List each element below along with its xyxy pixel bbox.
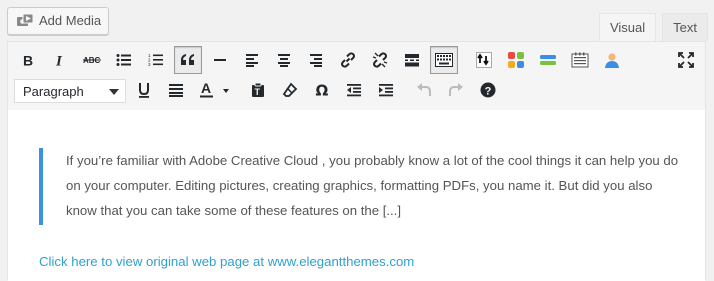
plugin-notepad-button[interactable] — [566, 46, 594, 74]
tab-visual[interactable]: Visual — [598, 13, 657, 41]
toolbar-toggle-button[interactable] — [430, 46, 458, 74]
blockquote-text: If you’re familiar with Adobe Creative C… — [66, 153, 679, 218]
justify-icon — [169, 84, 183, 97]
fullscreen-icon — [678, 52, 694, 68]
unlink-button[interactable] — [366, 46, 394, 74]
plugin-grid-icon — [508, 52, 524, 68]
horizontal-line-button[interactable] — [206, 46, 234, 74]
plugin-bars-button[interactable] — [534, 46, 562, 74]
strikethrough-icon: ABC — [83, 56, 101, 65]
horizontal-line-icon — [214, 59, 226, 61]
undo-button[interactable] — [410, 76, 438, 104]
svg-text:I: I — [55, 54, 63, 68]
format-select-value: Paragraph — [23, 84, 84, 99]
editor-toolbar: B I ABC 123 Paragraph A T Ω ? — [8, 42, 705, 111]
plugin-notepad-icon — [571, 52, 589, 68]
help-icon: ? — [480, 82, 496, 98]
svg-text:3: 3 — [148, 62, 151, 67]
svg-text:A: A — [201, 81, 211, 96]
plugin-bars-icon — [540, 55, 556, 65]
svg-text:B: B — [23, 53, 33, 67]
plugin-user-icon — [605, 53, 619, 68]
toolbar-toggle-icon — [435, 53, 453, 67]
align-center-icon — [278, 54, 290, 67]
read-more-icon — [405, 54, 419, 67]
insert-link-button[interactable] — [334, 46, 362, 74]
media-camera-icon — [16, 13, 34, 31]
paste-as-text-icon: T — [252, 82, 264, 97]
original-page-link[interactable]: Click here to view original web page at … — [39, 254, 414, 269]
outdent-icon — [347, 84, 361, 97]
numbered-list-button[interactable]: 123 — [142, 46, 170, 74]
add-media-button[interactable]: Add Media — [7, 7, 109, 35]
redo-icon — [449, 83, 463, 96]
plugin-arrows-button[interactable] — [470, 46, 498, 74]
bullet-list-icon — [116, 54, 131, 66]
indent-icon — [379, 84, 393, 97]
underline-icon — [139, 83, 149, 98]
indent-button[interactable] — [372, 76, 400, 104]
clear-formatting-icon — [282, 82, 298, 97]
strikethrough-button[interactable]: ABC — [78, 46, 106, 74]
bold-button[interactable]: B — [14, 46, 42, 74]
numbered-list-icon: 123 — [148, 53, 163, 67]
align-right-button[interactable] — [302, 46, 330, 74]
underline-button[interactable] — [130, 76, 158, 104]
editor: B I ABC 123 Paragraph A T Ω ? If you’re … — [7, 41, 706, 281]
editor-content[interactable]: If you’re familiar with Adobe Creative C… — [8, 110, 705, 281]
text-color-button[interactable]: A — [194, 76, 238, 104]
text-color-icon: A — [200, 81, 229, 98]
italic-icon: I — [55, 54, 63, 68]
read-more-button[interactable] — [398, 46, 426, 74]
editor-tabs: Visual Text — [598, 13, 708, 41]
svg-text:Ω: Ω — [316, 82, 329, 98]
justify-button[interactable] — [162, 76, 190, 104]
align-left-icon — [246, 54, 258, 67]
tab-text[interactable]: Text — [662, 13, 708, 41]
plugin-arrows-icon — [476, 52, 492, 68]
paste-as-text-button[interactable]: T — [244, 76, 272, 104]
fullscreen-button[interactable] — [672, 46, 700, 74]
bold-icon: B — [23, 53, 33, 67]
special-character-icon: Ω — [316, 82, 329, 98]
blockquote-icon — [181, 54, 194, 65]
align-center-button[interactable] — [270, 46, 298, 74]
link-icon — [341, 52, 355, 68]
add-media-label: Add Media — [39, 13, 102, 28]
plugin-grid-button[interactable] — [502, 46, 530, 74]
svg-text:?: ? — [485, 86, 492, 98]
italic-button[interactable]: I — [46, 46, 74, 74]
clear-formatting-button[interactable] — [276, 76, 304, 104]
format-select[interactable]: Paragraph — [14, 79, 126, 103]
align-right-icon — [310, 54, 322, 67]
svg-text:T: T — [255, 87, 261, 97]
chevron-down-icon — [109, 89, 119, 95]
bullet-list-button[interactable] — [110, 46, 138, 74]
unlink-icon — [372, 52, 388, 68]
plugin-user-button[interactable] — [598, 46, 626, 74]
blockquote: If you’re familiar with Adobe Creative C… — [39, 148, 678, 225]
align-left-button[interactable] — [238, 46, 266, 74]
blockquote-button[interactable] — [174, 46, 202, 74]
redo-button[interactable] — [442, 76, 470, 104]
undo-icon — [417, 83, 431, 96]
help-button[interactable]: ? — [474, 76, 502, 104]
special-character-button[interactable]: Ω — [308, 76, 336, 104]
outdent-button[interactable] — [340, 76, 368, 104]
